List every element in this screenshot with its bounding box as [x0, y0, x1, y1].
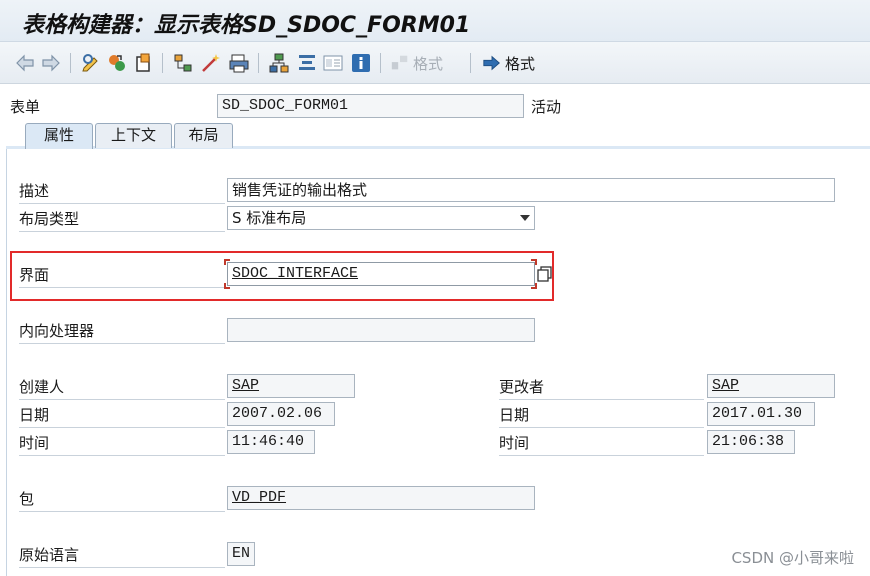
created-by-field: SAP	[227, 374, 355, 398]
format-disabled-label: 格式	[413, 54, 444, 73]
layout-type-dropdown[interactable]: S 标准布局	[227, 206, 535, 230]
label-underline	[19, 231, 225, 232]
layout-icon[interactable]	[322, 52, 344, 74]
toolbar-separator	[162, 53, 163, 73]
inbound-handler-label: 内向处理器	[19, 322, 95, 340]
label-underline	[19, 399, 225, 400]
interface-field[interactable]: SDOC_INTERFACE	[227, 262, 535, 286]
structure-icon[interactable]	[268, 52, 290, 74]
label-underline	[19, 455, 225, 456]
format-label: 格式	[505, 54, 536, 73]
back-arrow-icon[interactable]	[14, 52, 36, 74]
original-language-field: EN	[227, 542, 255, 566]
format-disabled-button: 格式	[390, 52, 443, 74]
created-by-value: SAP	[232, 377, 260, 394]
status-text: 活动	[531, 98, 562, 116]
created-time-field: 11:46:40	[227, 430, 315, 454]
tab-layout[interactable]: 布局	[174, 123, 233, 148]
watermark-text: CSDN @小哥来啦	[731, 549, 854, 567]
package-label: 包	[19, 490, 35, 508]
format-disabled-icon	[391, 55, 408, 70]
copy-icon[interactable]	[536, 262, 554, 284]
tab-attributes[interactable]: 属性	[25, 123, 93, 149]
align-icon[interactable]	[296, 52, 318, 74]
forward-arrow-icon[interactable]	[40, 52, 62, 74]
changed-time-label: 时间	[499, 434, 530, 452]
label-underline	[19, 343, 225, 344]
interface-label: 界面	[19, 266, 50, 284]
layout-type-label: 布局类型	[19, 210, 80, 228]
description-field[interactable]: 销售凭证的输出格式	[227, 178, 835, 202]
wand-icon[interactable]	[200, 52, 222, 74]
interface-value: SDOC_INTERFACE	[232, 265, 359, 282]
check-icon[interactable]	[106, 52, 128, 74]
changed-by-value: SAP	[712, 377, 740, 394]
changed-time-field: 21:06:38	[707, 430, 795, 454]
toolbar-separator	[470, 53, 471, 73]
arrow-right-icon	[483, 55, 500, 71]
label-underline	[19, 567, 225, 568]
changed-by-label: 更改者	[499, 378, 545, 396]
form-label: 表单	[10, 98, 41, 116]
inbound-handler-field[interactable]	[227, 318, 535, 342]
display-change-icon[interactable]	[80, 52, 102, 74]
label-underline	[499, 399, 704, 400]
original-language-label: 原始语言	[19, 546, 80, 564]
info-icon[interactable]	[350, 52, 372, 74]
created-date-label: 日期	[19, 406, 50, 424]
focus-marker	[224, 259, 230, 265]
chevron-down-icon[interactable]	[520, 215, 530, 221]
tab-context[interactable]: 上下文	[95, 123, 172, 148]
package-value: VD_PDF	[232, 489, 287, 506]
changed-date-label: 日期	[499, 406, 530, 424]
created-date-field: 2007.02.06	[227, 402, 335, 426]
activate-icon[interactable]	[132, 52, 154, 74]
form-name-field[interactable]: SD_SDOC_FORM01	[217, 94, 524, 118]
changed-by-field: SAP	[707, 374, 835, 398]
layout-type-value: S 标准布局	[232, 209, 307, 227]
changed-date-field: 2017.01.30	[707, 402, 815, 426]
label-underline	[499, 427, 704, 428]
focus-marker	[224, 283, 230, 289]
label-underline	[19, 203, 225, 204]
description-label: 描述	[19, 182, 50, 200]
label-underline	[19, 511, 225, 512]
package-field[interactable]: VD_PDF	[227, 486, 535, 510]
toolbar-separator	[258, 53, 259, 73]
label-underline	[19, 427, 225, 428]
format-button[interactable]: 格式	[482, 52, 535, 74]
window-title: 表格构建器：显示表格SD_SDOC_FORM01	[22, 13, 471, 38]
created-by-label: 创建人	[19, 378, 65, 396]
title-bar: 表格构建器：显示表格SD_SDOC_FORM01	[0, 0, 870, 42]
label-underline	[19, 287, 225, 288]
label-underline	[499, 455, 704, 456]
created-time-label: 时间	[19, 434, 50, 452]
toolbar-separator	[380, 53, 381, 73]
application-toolbar: 格式 格式	[0, 42, 870, 84]
print-icon[interactable]	[228, 52, 250, 74]
toolbar-separator	[70, 53, 71, 73]
hierarchy-icon[interactable]	[172, 52, 194, 74]
